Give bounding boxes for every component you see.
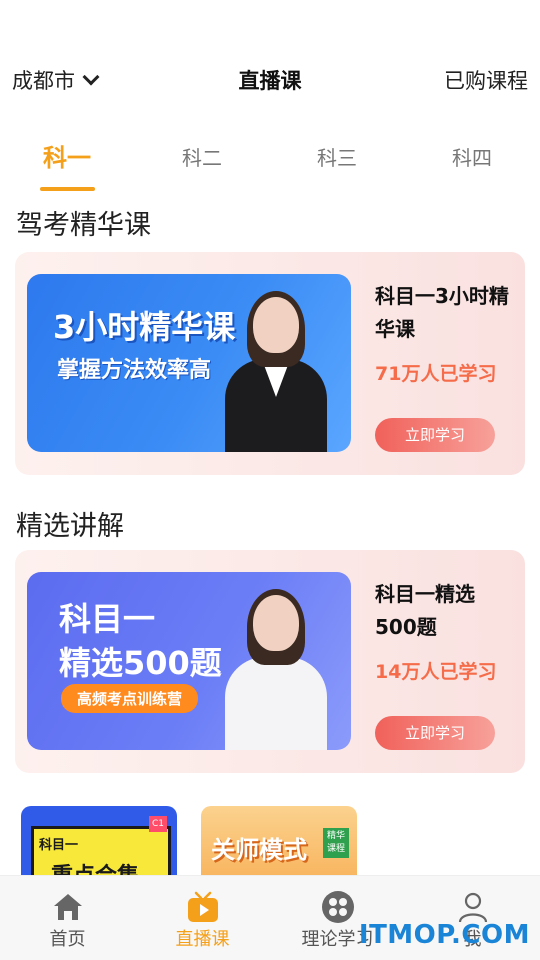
course-thumbnail[interactable]: 3小时精华课 掌握方法效率高: [27, 274, 351, 452]
course-thumbnail[interactable]: 科目一 精选500题 高频考点训练营: [27, 572, 351, 750]
instructor-image: [221, 585, 331, 750]
thumbnail-pill: 高频考点训练营: [61, 684, 199, 713]
city-selector[interactable]: 成都市: [12, 65, 100, 95]
instructor-image: [221, 287, 331, 452]
thumbnail-title: 3小时精华课: [53, 308, 236, 346]
license-badge: C1: [149, 816, 167, 832]
nav-label: 首页: [49, 929, 86, 950]
play-tv-icon: [187, 891, 218, 922]
chevron-down-icon: [82, 68, 100, 86]
thumbnail-subtitle: 掌握方法效率高: [57, 358, 212, 383]
learner-count: 14万人已学习: [375, 661, 497, 683]
mini-title: 关师模式: [211, 836, 307, 864]
thumbnail-title-line1: 科目一: [59, 600, 156, 638]
mini-course-thumbnail[interactable]: 科目一 重点合集 C1: [21, 806, 177, 886]
tab-subject-1[interactable]: 科一: [17, 138, 117, 173]
nav-item-home[interactable]: 首页: [0, 876, 135, 960]
thumbnail-title-line2: 精选500题: [59, 644, 222, 682]
course-card-selected[interactable]: 科目一 精选500题 高频考点训练营 科目一精选500题 14万人已学习 立即学…: [15, 550, 525, 773]
mini-tag: 精华课程: [323, 828, 349, 858]
purchased-courses-link[interactable]: 已购课程: [444, 65, 528, 95]
top-bar: 成都市 直播课 已购课程: [0, 55, 540, 103]
course-title: 科目一3小时精华课: [375, 284, 509, 341]
active-tab-indicator: [40, 187, 95, 191]
person-icon: [458, 892, 487, 923]
nav-item-live[interactable]: 直播课: [135, 876, 270, 960]
city-label: 成都市: [12, 69, 75, 93]
tab-subject-4[interactable]: 科四: [422, 142, 522, 171]
watermark: ITMOP.COM: [358, 920, 530, 950]
mini-course-thumbnail[interactable]: 关师模式 精华课程: [201, 806, 357, 886]
section-title-selected: 精选讲解: [16, 511, 124, 542]
grid-circle-icon: [321, 891, 354, 923]
home-icon: [53, 894, 82, 920]
study-now-button[interactable]: 立即学习: [375, 716, 495, 750]
course-title: 科目一精选500题: [375, 582, 475, 639]
section-title-essentials: 驾考精华课: [16, 210, 151, 241]
mini-title-line1: 科目一: [39, 838, 79, 853]
subject-tabs: 科一 科二 科三 科四: [0, 132, 540, 194]
study-now-button[interactable]: 立即学习: [375, 418, 495, 452]
nav-label: 直播课: [175, 929, 230, 950]
course-card-essentials[interactable]: 3小时精华课 掌握方法效率高 科目一3小时精华课 71万人已学习 立即学习: [15, 252, 525, 475]
learner-count: 71万人已学习: [375, 363, 497, 385]
tab-subject-2[interactable]: 科二: [152, 142, 252, 171]
tab-subject-3[interactable]: 科三: [287, 142, 387, 171]
